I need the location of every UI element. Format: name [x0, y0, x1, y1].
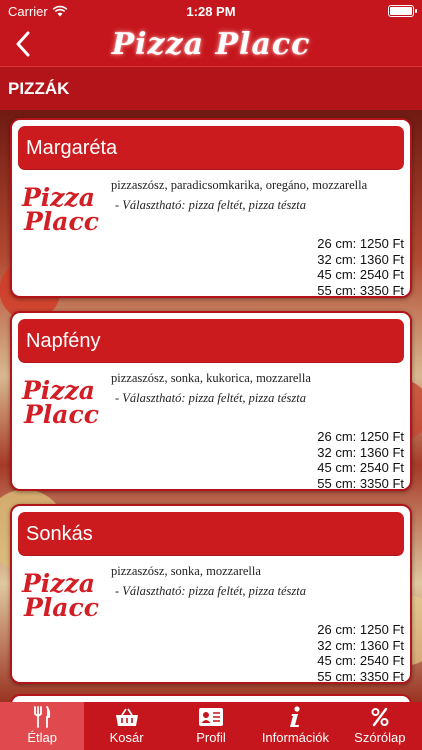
carrier-label: Carrier [8, 3, 48, 19]
menu-item-description: pizzaszósz, sonka, mozzarella [111, 564, 261, 578]
menu-item-card[interactable]: Sonkás Pizza Placc pizzaszósz, sonka, moz… [10, 504, 412, 684]
tab-bar: Étlap Kosár Profil Információk Szórólap [0, 702, 422, 750]
basket-icon [115, 708, 138, 726]
price-line: 55 cm: 3350 Ft [317, 668, 404, 684]
pizza-placc-logo: Pizza Placc [22, 376, 99, 429]
id-card-icon [199, 708, 224, 726]
nav-bar: Pizza Placc [0, 22, 422, 66]
section-header: PIZZÁK [0, 66, 422, 110]
price-line: 26 cm: 1250 Ft [317, 429, 404, 444]
menu-item-prices: 26 cm: 1250 Ft 32 cm: 1360 Ft 45 cm: 254… [317, 622, 404, 684]
menu-item-header: Sonkás [18, 512, 404, 556]
menu-item-name: Napfény [26, 329, 101, 352]
pizza-placc-logo: Pizza Placc [22, 183, 99, 236]
menu-item-name: Margaréta [26, 136, 118, 159]
price-line: 55 cm: 3350 Ft [317, 282, 404, 298]
menu-item-prices: 26 cm: 1250 Ft 32 cm: 1360 Ft 45 cm: 254… [317, 429, 404, 491]
fork-knife-icon [34, 706, 51, 728]
tab-etlap[interactable]: Étlap [0, 702, 85, 750]
menu-item-header: Margaréta [18, 126, 404, 170]
tab-label: Profil [196, 730, 226, 745]
menu-item-card[interactable]: Margaréta Pizza Placc pizzaszósz, paradic… [10, 118, 412, 298]
tab-label: Szórólap [354, 730, 406, 745]
price-line: 32 cm: 1360 Ft [317, 637, 404, 653]
menu-item-card[interactable]: Napfény Pizza Placc pizzaszósz, sonka, ku… [10, 311, 412, 491]
price-line: 32 cm: 1360 Ft [317, 444, 404, 460]
tab-informaciok[interactable]: Információk [253, 702, 337, 750]
tab-label: Kosár [109, 730, 144, 745]
menu-item-options: - Választható: pizza feltét, pizza tészt… [115, 391, 306, 405]
section-title: PIZZÁK [8, 78, 70, 98]
tab-profil[interactable]: Profil [169, 702, 253, 750]
percent-icon [371, 707, 389, 727]
price-line: 45 cm: 2540 Ft [317, 267, 404, 282]
info-icon [290, 706, 301, 727]
price-line: 26 cm: 1250 Ft [317, 622, 404, 637]
tab-szorolap[interactable]: Szórólap [338, 702, 422, 750]
menu-item-header: Napfény [18, 319, 404, 363]
price-line: 32 cm: 1360 Ft [317, 251, 404, 267]
chevron-left-icon [16, 31, 30, 57]
menu-item-name: Sonkás [26, 522, 93, 545]
price-line: 26 cm: 1250 Ft [317, 236, 404, 251]
back-button[interactable] [8, 28, 38, 60]
tab-kosar[interactable]: Kosár [84, 702, 168, 750]
menu-item-options: - Választható: pizza feltét, pizza tészt… [115, 198, 306, 212]
pizza-placc-logo: Pizza Placc [22, 569, 99, 622]
tab-label: Étlap [27, 730, 58, 745]
wifi-icon [52, 5, 68, 17]
tab-label: Információk [261, 730, 330, 745]
battery-icon [388, 5, 417, 17]
app-title-logo: Pizza Placc [111, 26, 311, 62]
price-line: 55 cm: 3350 Ft [317, 475, 404, 491]
menu-item-description: pizzaszósz, paradicsomkarika, oregáno, m… [111, 178, 368, 192]
price-line: 45 cm: 2540 Ft [317, 653, 404, 668]
status-bar: Carrier 1:28 PM [0, 0, 422, 22]
price-line: 45 cm: 2540 Ft [317, 460, 404, 475]
menu-item-prices: 26 cm: 1250 Ft 32 cm: 1360 Ft 45 cm: 254… [317, 236, 404, 298]
menu-item-card-partial[interactable] [10, 694, 412, 702]
menu-item-description: pizzaszósz, sonka, kukorica, mozzarella [111, 371, 311, 385]
menu-item-options: - Választható: pizza feltét, pizza tészt… [115, 584, 306, 598]
menu-list[interactable]: Margaréta Pizza Placc pizzaszósz, paradic… [0, 110, 422, 702]
